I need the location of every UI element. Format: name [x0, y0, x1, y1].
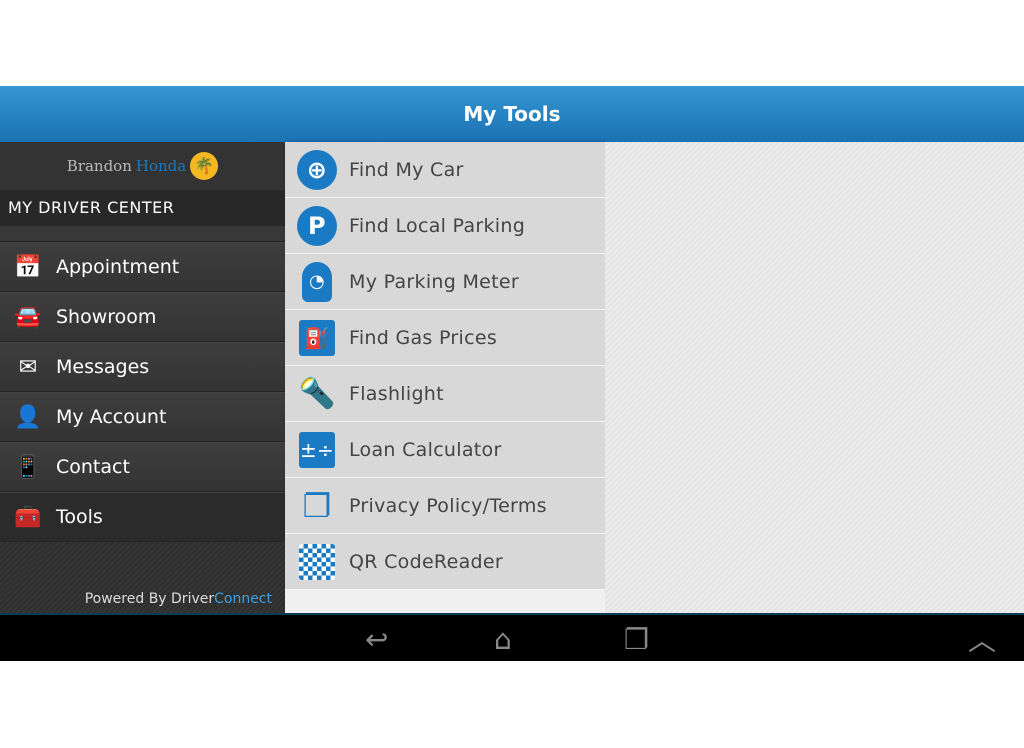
tool-find-gas-prices[interactable]: ⛽ Find Gas Prices [285, 310, 605, 366]
sidebar: Brandon Honda 🌴 MY DRIVER CENTER 📅 Appoin… [0, 142, 285, 613]
contact-icon: 📱 [14, 454, 42, 480]
content-area [605, 142, 1024, 613]
tool-label: Loan Calculator [349, 438, 502, 461]
sidebar-item-showroom[interactable]: 🚘 Showroom [0, 292, 285, 342]
dealer-logo: Brandon Honda 🌴 [0, 142, 285, 190]
palm-tree-icon: 🌴 [190, 152, 219, 180]
chevron-up-icon[interactable]: ︿ [968, 619, 996, 659]
tool-flashlight[interactable]: 🔦 Flashlight [285, 366, 605, 422]
toolbox-icon: 🧰 [14, 504, 42, 530]
tool-privacy-policy[interactable]: ❐ Privacy Policy/Terms [285, 478, 605, 534]
back-icon[interactable]: ↩ [365, 623, 388, 656]
tool-label: Privacy Policy/Terms [349, 494, 547, 517]
tool-loan-calculator[interactable]: ±÷ Loan Calculator [285, 422, 605, 478]
tool-find-local-parking[interactable]: P Find Local Parking [285, 198, 605, 254]
tool-my-parking-meter[interactable]: ◔ My Parking Meter [285, 254, 605, 310]
logo-text: Brandon [66, 157, 132, 175]
sidebar-item-appointment[interactable]: 📅 Appointment [0, 242, 285, 292]
home-icon[interactable]: ⌂ [494, 623, 512, 656]
document-icon: ❐ [302, 486, 332, 525]
sidebar-item-tools[interactable]: 🧰 Tools [0, 492, 285, 542]
qr-code-icon [299, 543, 335, 580]
sidebar-item-contact[interactable]: 📱 Contact [0, 442, 285, 492]
calendar-icon: 📅 [14, 254, 42, 280]
tool-find-my-car[interactable]: ⊕ Find My Car [285, 142, 605, 198]
tool-label: Find Gas Prices [349, 326, 498, 349]
sidebar-item-my-account[interactable]: 👤 My Account [0, 392, 285, 442]
find-car-icon: ⊕ [297, 149, 337, 190]
calculator-icon: ±÷ [299, 431, 335, 468]
user-icon: 👤 [14, 404, 42, 430]
flashlight-icon: 🔦 [298, 376, 336, 411]
parking-icon: P [297, 205, 337, 246]
parking-meter-icon: ◔ [302, 261, 332, 302]
sidebar-item-label: Contact [56, 456, 130, 478]
sidebar-item-messages[interactable]: ✉ Messages [0, 342, 285, 392]
system-nav-bar: ↩ ⌂ ❐ ︿ [0, 613, 1024, 661]
tool-label: Find Local Parking [349, 214, 526, 237]
tool-qr-codereader[interactable]: QR CodeReader [285, 534, 605, 590]
sidebar-item-label: Messages [56, 356, 150, 378]
recent-apps-icon[interactable]: ❐ [624, 623, 649, 656]
sidebar-item-label: My Account [56, 406, 167, 428]
envelope-icon: ✉ [18, 354, 38, 380]
gas-pump-icon: ⛽ [299, 319, 335, 356]
powered-by-text: Powered By Driver [84, 591, 215, 607]
tool-label: Flashlight [349, 382, 444, 405]
tools-list: ⊕ Find My Car P Find Local Parking ◔ My Par… [285, 142, 605, 613]
tool-label: My Parking Meter [349, 270, 519, 293]
sidebar-item-label: Showroom [56, 306, 157, 328]
car-icon: 🚘 [14, 304, 42, 330]
sidebar-item-label: Appointment [56, 256, 180, 278]
powered-by-brand: Connect [214, 591, 272, 607]
tool-label: QR CodeReader [349, 550, 503, 573]
sidebar-item-label: Tools [56, 506, 103, 528]
section-title: MY DRIVER CENTER [0, 190, 285, 226]
powered-by: Powered By DriverConnect [85, 591, 272, 607]
header-title: My Tools [0, 86, 1024, 142]
sidebar-item-partial[interactable] [0, 226, 285, 242]
tool-label: Find My Car [349, 158, 464, 181]
logo-text: Honda [135, 157, 187, 175]
